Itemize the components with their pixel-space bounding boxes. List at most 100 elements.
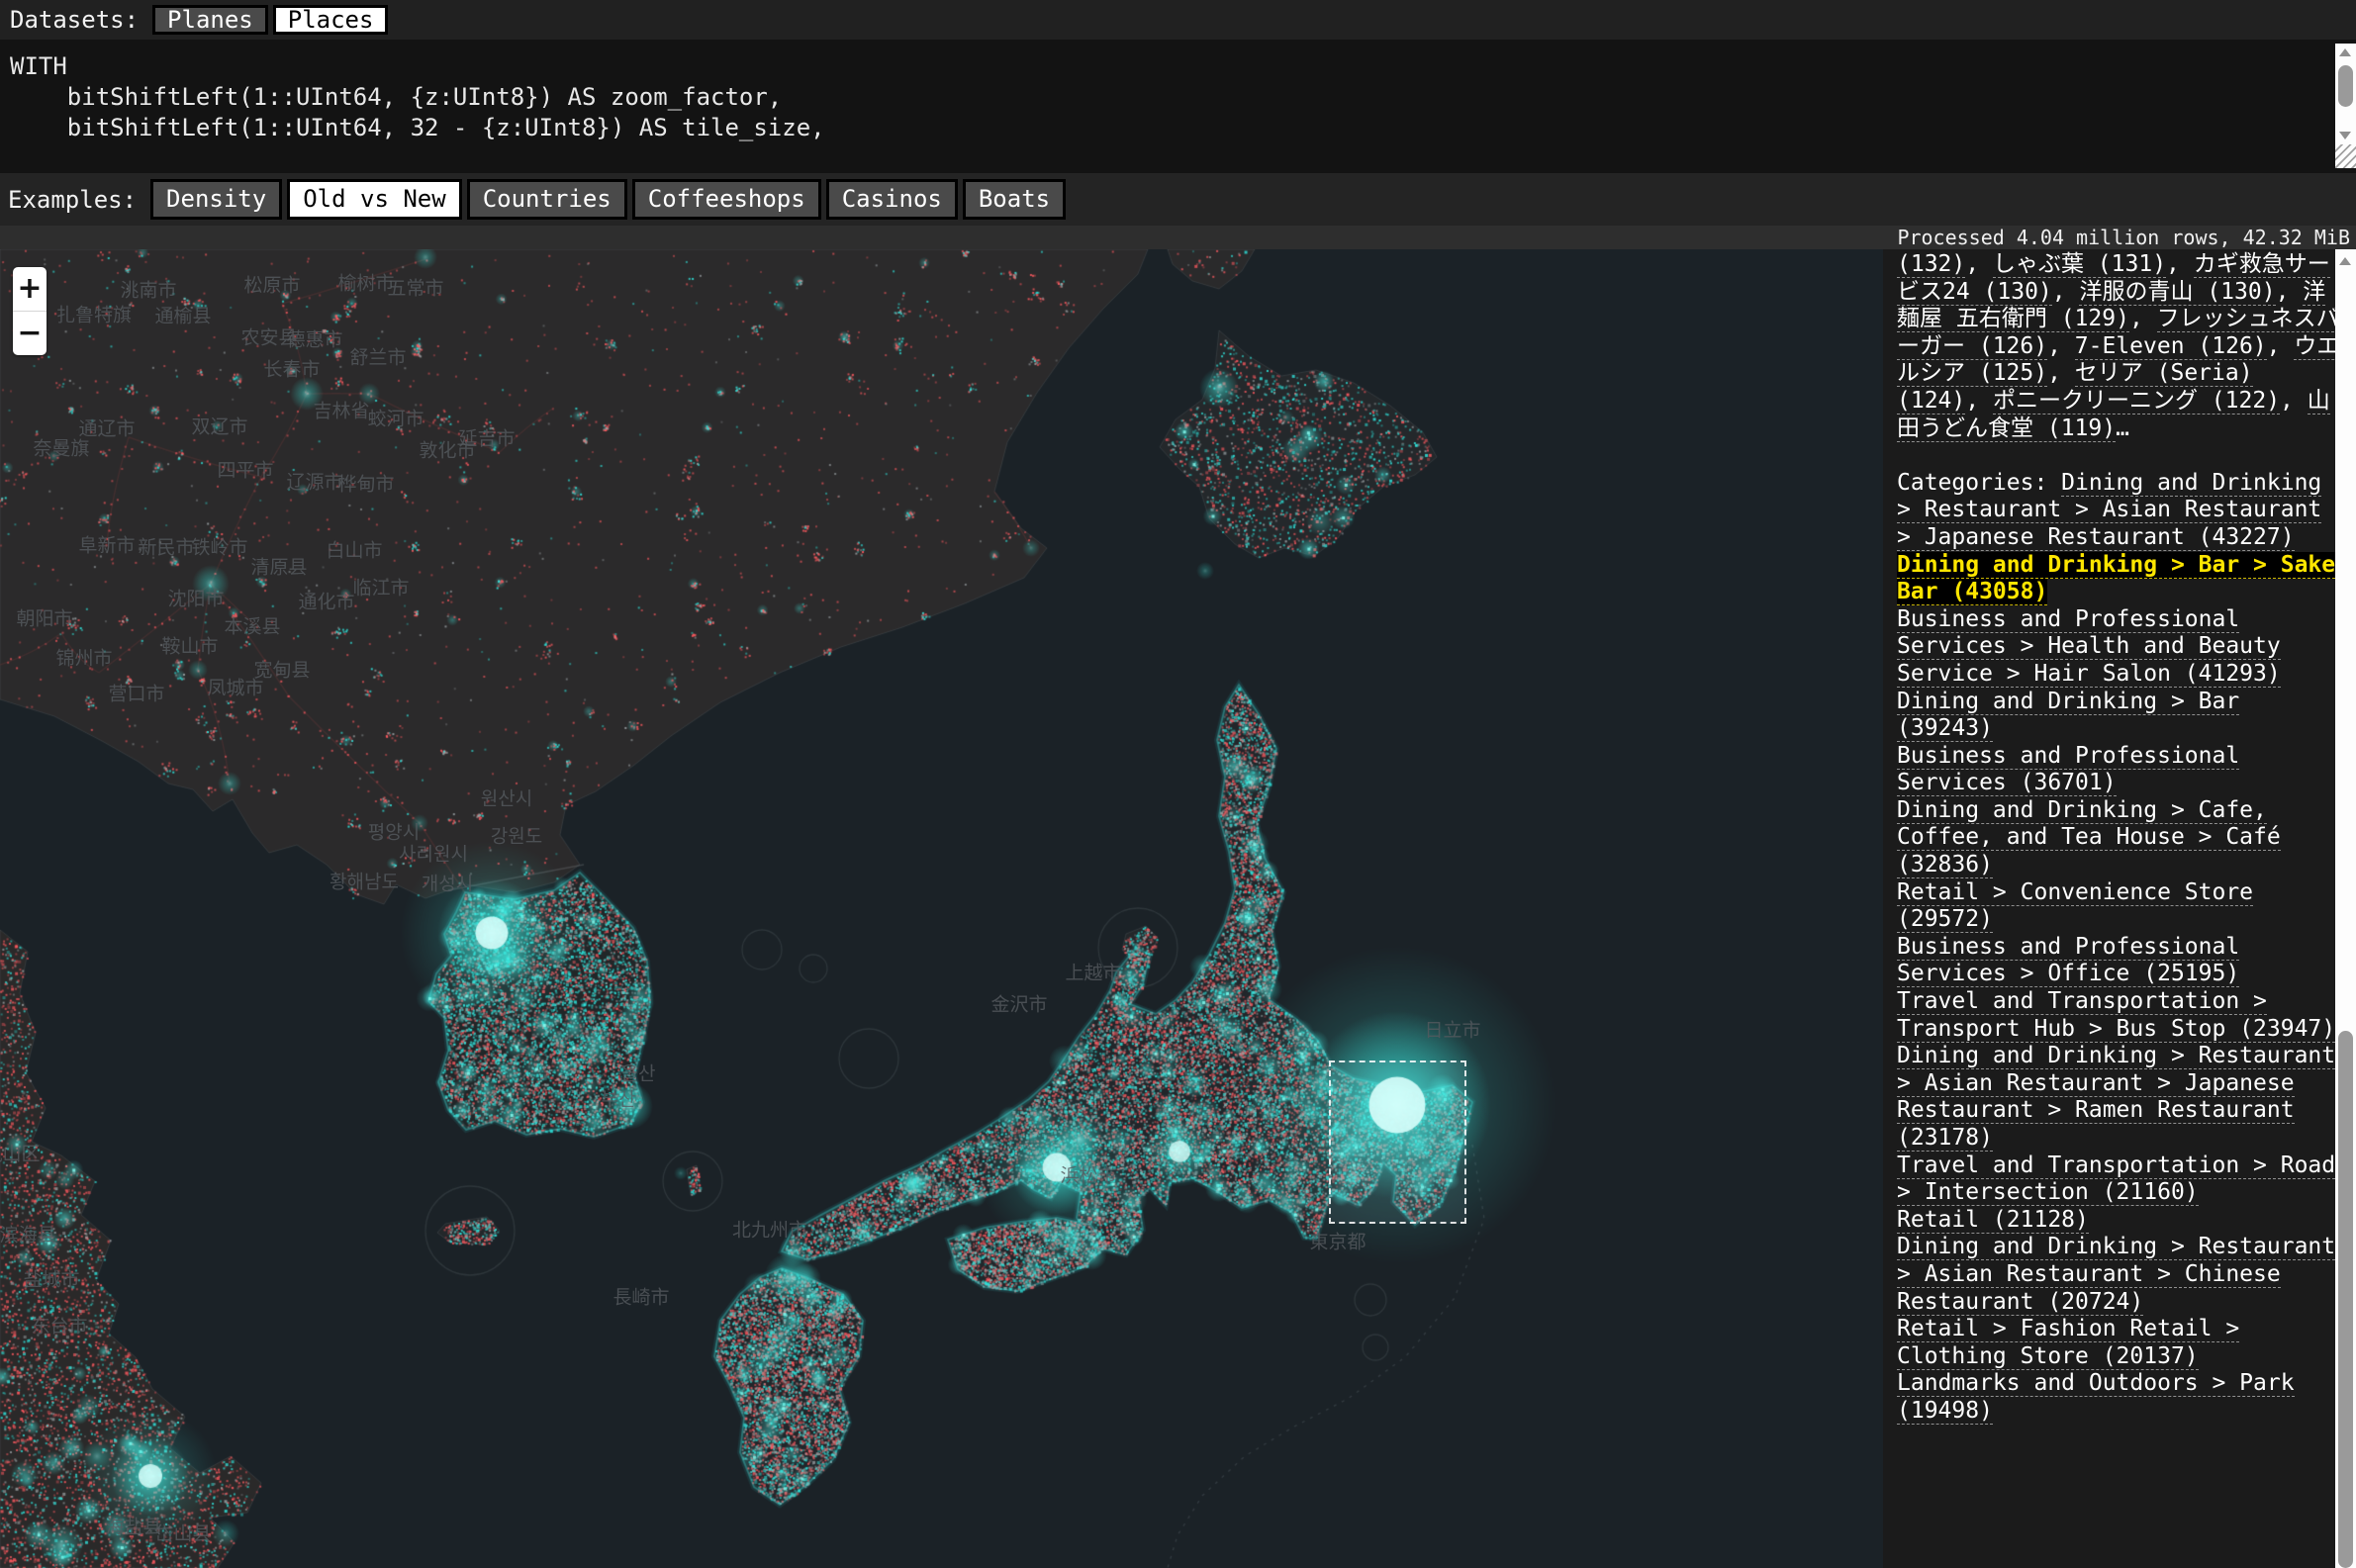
map-city-label: 滨海县 [0, 1221, 56, 1247]
map-city-label: 敦化市 [419, 436, 475, 463]
categories-label: Categories: [1897, 470, 2061, 496]
sidebar-link[interactable]: ポニークリーニング (122) [1993, 388, 2280, 415]
code-scroll-up-icon[interactable] [2335, 44, 2356, 61]
app-window: Datasets: PlanesPlaces WITH bitShiftLeft… [0, 0, 2356, 1568]
example-button-coffeeshops[interactable]: Coffeeshops [632, 179, 821, 220]
map-city-label: 蛟河市 [367, 405, 424, 431]
map-city-label: 盐城市 [23, 1265, 79, 1292]
category-link[interactable]: Business and Professional Services > Off… [1897, 934, 2239, 988]
sidebar-scroll-thumb[interactable] [2338, 1031, 2353, 1568]
category-link[interactable]: Travel and Transportation > Transport Hu… [1897, 988, 2335, 1043]
status-bar: Processed 4.04 million rows, 42.32 MiB [0, 226, 2356, 249]
category-link[interactable]: Retail (21128) [1897, 1207, 2089, 1234]
map-city-label: 鞍山市 [161, 632, 218, 659]
map-city-label: 沈阳市 [167, 585, 224, 611]
map-canvas[interactable] [0, 249, 1883, 1568]
category-link[interactable]: Dining and Drinking > Cafe, Coffee, and … [1897, 797, 2281, 878]
status-text: Processed 4.04 million rows, 42.32 MiB [1897, 226, 2350, 249]
example-button-boats[interactable]: Boats [963, 179, 1066, 220]
map-city-label: 金沢市 [990, 990, 1047, 1017]
sidebar-text[interactable]: (132), しゃぶ葉 (131), カギ救急サービス24 (130), 洋服の… [1883, 249, 2356, 1568]
map-city-label: 锦州市 [55, 644, 112, 671]
example-button-old-vs-new[interactable]: Old vs New [287, 179, 462, 220]
code-scroll-thumb[interactable] [2338, 65, 2353, 107]
map-city-label: 長崎市 [613, 1283, 669, 1310]
sql-editor[interactable]: WITH bitShiftLeft(1::UInt64, {z:UInt8}) … [0, 40, 2356, 173]
map-city-label: 五常市 [387, 274, 443, 301]
map-city-label: 강원도 [491, 822, 542, 849]
map-city-label: 长春市 [263, 355, 320, 382]
map-panel[interactable]: 洮南市松原市榆树市五常市扎鲁特旗通榆县农安县德惠市长春市舒兰市双辽市通辽市吉林省… [0, 249, 1883, 1568]
map-city-label: 本溪县 [224, 612, 280, 639]
map-city-label: 황해남도 [330, 868, 399, 894]
category-link[interactable]: Dining and Drinking > Restaurant > Asian… [1897, 1043, 2335, 1152]
map-city-label: 东台市 [31, 1312, 87, 1338]
zoom-in-button[interactable]: + [13, 267, 47, 311]
map-city-label: 岱山县 [154, 1520, 211, 1546]
map-city-label: 四平市 [217, 456, 273, 483]
selection-rectangle[interactable] [1329, 1061, 1466, 1224]
map-city-label: 岚山区 [0, 1140, 41, 1166]
datasets-label: Datasets: [10, 6, 139, 34]
map-city-label: 洮南市 [120, 276, 176, 303]
sidebar-link[interactable]: 7-Eleven (126) [2075, 333, 2267, 360]
map-city-label: 双辽市 [191, 413, 247, 439]
category-link[interactable]: Landmarks and Outdoors > Park (19498) [1897, 1370, 2295, 1425]
map-city-label: 榆树市 [337, 269, 394, 296]
sidebar-link[interactable]: (132) [1897, 251, 1965, 278]
map-city-label: 新民市 [138, 533, 194, 560]
categories-list: Categories: Dining and Drinking > Restau… [1897, 470, 2348, 1426]
map-city-label: 扎鲁特旗 [56, 301, 132, 327]
category-link[interactable]: Travel and Transportation > Road > Inter… [1897, 1153, 2335, 1207]
category-link[interactable]: Business and Professional Services (3670… [1897, 743, 2239, 797]
brands-list: (132), しゃぶ葉 (131), カギ救急サービス24 (130), 洋服の… [1897, 251, 2348, 442]
map-city-label: 阜新市 [78, 531, 135, 558]
map-city-label: 德惠市 [286, 325, 342, 352]
main-area: 洮南市松原市榆树市五常市扎鲁特旗通榆县农安县德惠市长春市舒兰市双辽市通辽市吉林省… [0, 249, 2356, 1568]
sql-code[interactable]: WITH bitShiftLeft(1::UInt64, {z:UInt8}) … [0, 40, 2356, 143]
sidebar-link[interactable]: しゃぶ葉 (131) [1993, 251, 2166, 278]
map-city-label: 通榆县 [154, 302, 211, 328]
map-city-label: 舒兰市 [349, 343, 406, 370]
map-city-label: 奈曼旗 [33, 434, 89, 461]
map-city-label: 吉林省 [313, 397, 369, 423]
map-city-label: 临江市 [352, 574, 409, 600]
map-city-label: 東京都 [1309, 1228, 1366, 1254]
category-link-highlighted[interactable]: Dining and Drinking > Bar > Sake Bar (43… [1897, 552, 2335, 606]
map-city-label: 朝阳市 [16, 604, 72, 631]
dataset-button-planes[interactable]: Planes [152, 5, 268, 35]
resize-grip-icon[interactable] [2335, 144, 2356, 168]
category-link[interactable]: Retail > Convenience Store (29572) [1897, 879, 2253, 934]
zoom-out-button[interactable]: − [13, 312, 47, 355]
map-city-label: 日立市 [1424, 1016, 1480, 1043]
category-link[interactable]: Business and Professional Services > Hea… [1897, 606, 2281, 688]
map-city-label: 铁岭市 [191, 533, 247, 560]
map-city-label: 울산 [621, 1060, 656, 1086]
zoom-control: + − [13, 267, 47, 355]
sidebar-link[interactable]: 洋服の青山 (130) [2079, 279, 2275, 306]
example-button-casinos[interactable]: Casinos [826, 179, 958, 220]
sidebar-scrollbar[interactable] [2335, 249, 2356, 1568]
sidebar-scroll-up-icon[interactable] [2335, 252, 2356, 270]
example-button-density[interactable]: Density [150, 179, 282, 220]
map-city-label: 개성시 [422, 870, 473, 896]
example-buttons: DensityOld vs NewCountriesCoffeeshopsCas… [150, 179, 1071, 220]
map-city-label: 海盐县 [105, 1513, 161, 1539]
map-city-label: 辽源市 [286, 468, 342, 495]
category-link[interactable]: Dining and Drinking > Bar (39243) [1897, 689, 2239, 743]
map-city-label: 宽甸县 [253, 656, 310, 683]
map-city-label: 上越市 [1065, 959, 1121, 985]
category-link[interactable]: Retail > Fashion Retail > Clothing Store… [1897, 1316, 2239, 1370]
code-scroll-down-icon[interactable] [2335, 127, 2356, 144]
code-scrollbar[interactable] [2335, 44, 2356, 144]
examples-bar: Examples: DensityOld vs NewCountriesCoff… [0, 173, 2356, 226]
example-button-countries[interactable]: Countries [467, 179, 627, 220]
map-city-label: 北九州市 [732, 1216, 807, 1243]
map-city-label: 通化市 [298, 588, 354, 614]
dataset-buttons: PlanesPlaces [152, 5, 393, 35]
examples-label: Examples: [8, 186, 137, 214]
map-city-label: 松原市 [243, 271, 300, 298]
category-link[interactable]: Dining and Drinking > Restaurant > Asian… [1897, 1234, 2335, 1315]
dataset-button-places[interactable]: Places [273, 5, 389, 35]
map-city-label: 원산시 [481, 784, 532, 811]
